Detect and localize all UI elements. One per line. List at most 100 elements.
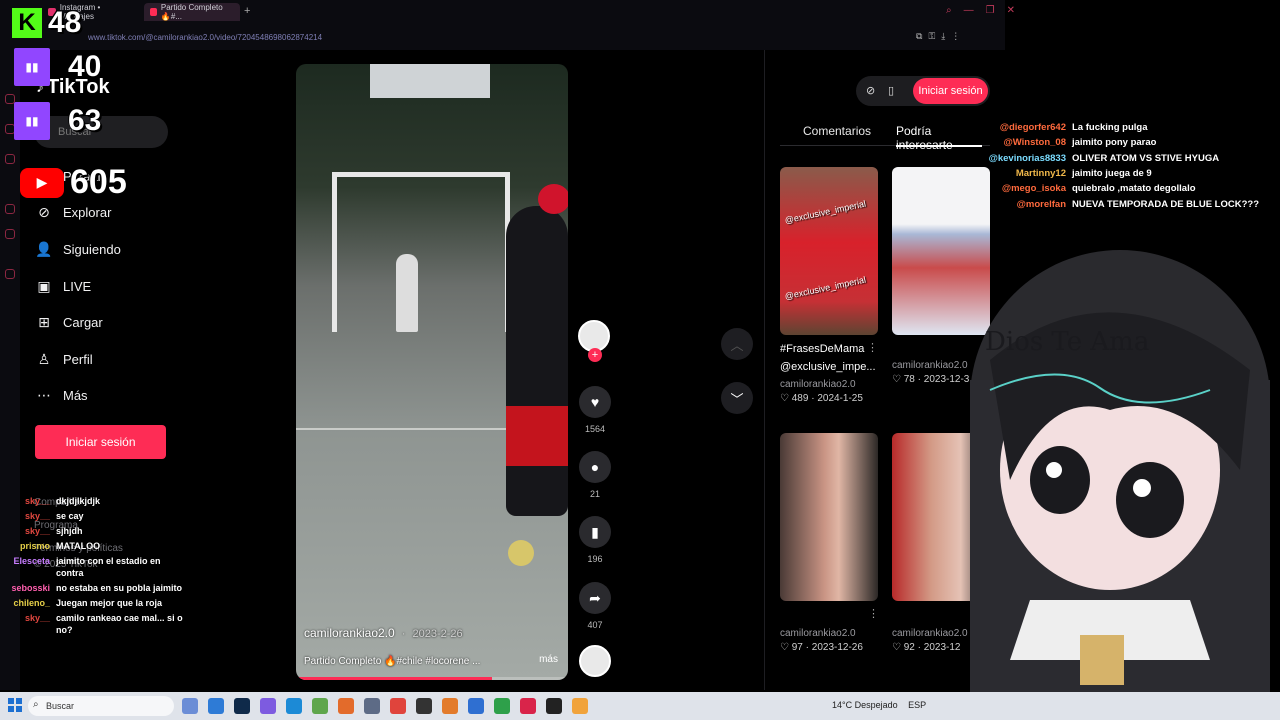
sidebar-item-mas[interactable]: ⋯ Más: [35, 378, 175, 415]
video-player[interactable]: camilorankiao2.0 · 2023-2-26 Partido Com…: [296, 64, 568, 680]
twitch-viewer-counter: ▮▮ 40: [14, 48, 101, 86]
url-field[interactable]: www.tiktok.com/@camilorankiao2.0/video/7…: [88, 33, 322, 42]
sidebar-item-cargar[interactable]: ⊞ Cargar: [35, 304, 175, 341]
kick-viewers: 48: [48, 6, 82, 39]
video-thumbnail[interactable]: [780, 433, 878, 601]
chat-message: sky__ camilo rankeao cae mal... si o no?: [0, 612, 190, 636]
heart-icon[interactable]: ♥: [579, 386, 611, 418]
chat-username: Elesceta: [13, 556, 50, 566]
minimize-icon[interactable]: —: [964, 5, 974, 16]
compass-icon[interactable]: ⊘: [866, 84, 875, 97]
tab-podria-interesarte[interactable]: Podría interesarte: [896, 124, 990, 152]
caption-more-link[interactable]: más: [539, 654, 558, 665]
video-thumbnail[interactable]: @exclusive_imperial @exclusive_imperial: [780, 167, 878, 335]
next-video-button[interactable]: ﹀: [721, 382, 753, 414]
video-author[interactable]: camilorankiao2.0 · 2023-2-26: [304, 626, 463, 640]
kick-viewer-counter: K 48: [12, 6, 81, 40]
follow-plus-icon[interactable]: +: [588, 348, 602, 362]
tiktok-icon: [150, 8, 157, 16]
app-icon[interactable]: [494, 698, 510, 714]
video-progress-bar[interactable]: [296, 677, 568, 680]
taskbar-search[interactable]: ⌕ Buscar: [28, 696, 174, 716]
extension-icon[interactable]: ⧉: [916, 31, 922, 42]
chat-message: @Winston_08 jaimito pony parao: [986, 135, 1276, 150]
sidebar-item-siguiendo[interactable]: 👤 Siguiendo: [35, 231, 175, 268]
close-icon[interactable]: ✕: [1007, 5, 1015, 16]
chat-text: no estaba en su pobla jaimito: [56, 583, 183, 593]
tab-tiktok[interactable]: Partido Completo 🔥#...: [144, 3, 240, 21]
restore-icon[interactable]: ❐: [986, 5, 995, 16]
app-icon[interactable]: [468, 698, 484, 714]
chat-text: camilo rankeao cae mal... si o no?: [56, 613, 183, 635]
comment-action[interactable]: ● 21: [579, 451, 611, 499]
menu-icon[interactable]: ⋮: [951, 31, 960, 42]
new-tab-button[interactable]: +: [244, 5, 250, 17]
copilot-icon[interactable]: [208, 698, 224, 714]
bookmark-icon[interactable]: ▮: [579, 516, 611, 548]
chat-text: La fucking pulga: [1072, 122, 1148, 134]
video-card[interactable]: @exclusive_imperial @exclusive_imperial …: [780, 167, 878, 404]
chat-text: sjhjdh: [56, 526, 83, 536]
comment-icon[interactable]: ●: [579, 451, 611, 483]
login-button[interactable]: Iniciar sesión: [35, 425, 166, 459]
chat-username: prismo: [19, 541, 50, 551]
comment-count: 21: [589, 489, 600, 499]
upload-icon: ⊞: [38, 314, 50, 331]
tab-comentarios[interactable]: Comentarios: [803, 124, 871, 138]
task-view-icon[interactable]: [182, 698, 198, 714]
edge-icon[interactable]: [286, 698, 302, 714]
card-author[interactable]: camilorankiao2.0: [780, 376, 878, 393]
download-icon[interactable]: ⤓: [941, 31, 945, 42]
windows-start-icon[interactable]: [8, 698, 22, 712]
chat-text: quiebralo ,matato degollalo: [1072, 183, 1196, 195]
taskbar-weather[interactable]: 14°C Despejado ESP: [832, 700, 926, 710]
video-card[interactable]: camilorankiao2.0 ♡ 97 · 2023-12-26: [780, 433, 878, 653]
author-avatar[interactable]: +: [578, 320, 610, 362]
previous-video-button[interactable]: ︿: [721, 328, 753, 360]
rail-app-icon[interactable]: [5, 154, 15, 164]
chat-text: se cay: [56, 511, 84, 521]
twitch-viewer-counter-2: ▮▮ 63: [14, 102, 101, 140]
chat-message: @diegorfer642 La fucking pulga: [986, 120, 1276, 135]
app-icon[interactable]: [260, 698, 276, 714]
app-icon[interactable]: [234, 698, 250, 714]
address-bar-actions: ⧉ ⚿ ⤓ ⋮: [916, 31, 960, 42]
card-author[interactable]: camilorankiao2.0: [780, 625, 878, 642]
app-icon[interactable]: [442, 698, 458, 714]
rail-app-icon[interactable]: [5, 269, 15, 279]
lock-icon[interactable]: ⚿: [928, 31, 935, 42]
music-disc[interactable]: [579, 645, 611, 677]
device-icon[interactable]: ▯: [888, 84, 894, 97]
chat-message: Elesceta jaimito con el estadio en contra: [0, 555, 190, 579]
chat-username: @kevinorias8833: [988, 152, 1066, 164]
share-icon[interactable]: ➦: [579, 582, 611, 614]
app-icon[interactable]: [364, 698, 380, 714]
rail-app-icon[interactable]: [5, 229, 15, 239]
chat-text: Juegan mejor que la roja: [56, 598, 163, 608]
like-action[interactable]: ♥ 1564: [579, 386, 611, 434]
save-action[interactable]: ▮ 196: [579, 516, 611, 564]
language-indicator[interactable]: ESP: [908, 700, 926, 710]
app-icon[interactable]: [312, 698, 328, 714]
more-options-icon[interactable]: ⋮: [867, 341, 878, 354]
sidebar-item-live[interactable]: ▣ LIVE: [35, 268, 175, 305]
chat-message: @mego_isoka quiebralo ,matato degollalo: [986, 181, 1276, 196]
firefox-icon[interactable]: [338, 698, 354, 714]
vtuber-avatar: Dios Te Ama: [970, 250, 1270, 700]
sidebar-item-perfil[interactable]: ♙ Perfil: [35, 341, 175, 378]
rail-app-icon[interactable]: [5, 204, 15, 214]
chat-message: @morelfan NUEVA TEMPORADA DE BLUE LOCK???: [986, 196, 1276, 211]
chrome-icon[interactable]: [390, 698, 406, 714]
app-icon[interactable]: [546, 698, 562, 714]
opera-icon[interactable]: [520, 698, 536, 714]
obs-icon[interactable]: [416, 698, 432, 714]
chat-text: jaimito con el estadio en contra: [56, 556, 161, 578]
chat-text: OLIVER ATOM VS STIVE HYUGA: [1072, 152, 1220, 164]
chat-message: sky__ se cay: [0, 510, 190, 522]
search-icon[interactable]: ⌕: [946, 5, 952, 16]
thumbnail-watermark: @exclusive_imperial: [783, 198, 867, 226]
header-login-button[interactable]: Iniciar sesión: [913, 78, 988, 104]
app-icon[interactable]: [572, 698, 588, 714]
share-action[interactable]: ➦ 407: [579, 582, 611, 630]
red-shorts: [506, 406, 568, 466]
